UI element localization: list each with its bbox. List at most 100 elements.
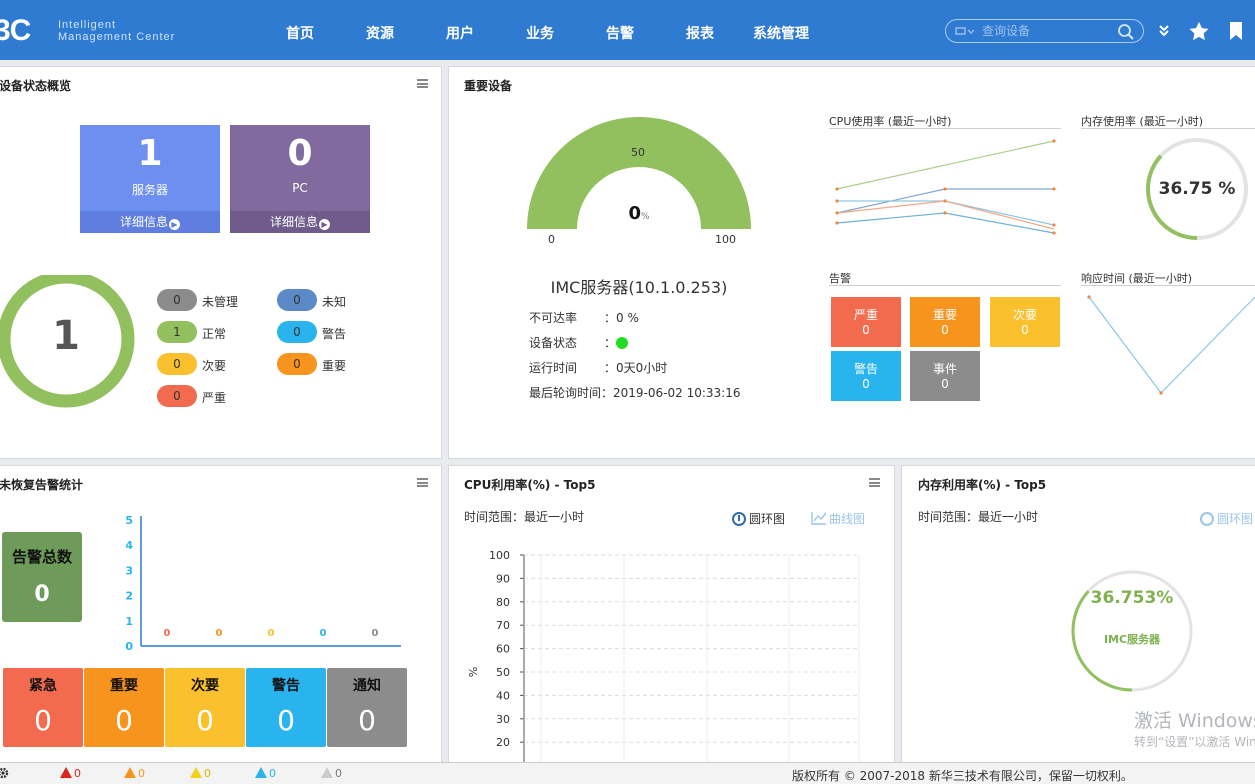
nav-home[interactable]: 首页 (286, 23, 314, 43)
nav-system-management[interactable]: 系统管理 (753, 23, 809, 43)
pc-detail-link[interactable]: 详细信息 ▶ (230, 211, 370, 233)
alarm-event-box[interactable]: 事件 0 (910, 351, 980, 401)
memory-top5-ring-value: 36.753% (1090, 588, 1174, 608)
y-tick-label: 4 (125, 539, 133, 552)
severity-minor-box[interactable]: 次要 0 (165, 668, 245, 747)
activation-watermark-title: 激活 Windows (1134, 710, 1255, 732)
severity-warning-box[interactable]: 警告 0 (246, 668, 326, 747)
line-chart-toggle[interactable]: 曲线图 (811, 510, 865, 527)
bookmark-icon[interactable] (1229, 21, 1243, 41)
double-chevron-down-icon[interactable] (1157, 24, 1171, 38)
status-minor-pill[interactable]: 0 (157, 353, 197, 375)
panel-menu-icon[interactable] (417, 478, 428, 487)
statusbar-major-alarms[interactable]: 0 (124, 767, 145, 780)
detail-label: 详细信息 (269, 215, 318, 229)
settings-gear-icon[interactable] (0, 766, 10, 780)
copyright-text: 版权所有 © 2007-2018 新华三技术有限公司，保留一切权利。 (792, 769, 1133, 783)
severity-major-box[interactable]: 重要 0 (84, 668, 164, 747)
notice-alarm-icon (321, 767, 333, 778)
alarm-total-box[interactable]: 告警总数 0 (2, 532, 82, 622)
severity-notice-box[interactable]: 通知 0 (327, 668, 407, 747)
nav-alarms[interactable]: 告警 (606, 23, 634, 43)
panel-menu-icon[interactable] (417, 79, 428, 88)
y-tick-label: 50 (496, 666, 510, 679)
severity-emergency-box[interactable]: 紧急 0 (3, 668, 83, 747)
unreachable-rate-value: ：0 % (604, 311, 639, 325)
warning-alarm-icon (255, 767, 267, 778)
alarm-minor-box[interactable]: 次要 0 (990, 297, 1060, 347)
search-box[interactable] (945, 19, 1144, 43)
statusbar-minor-alarms[interactable]: 0 (190, 767, 211, 780)
device-name[interactable]: IMC服务器(10.1.0.253) (549, 274, 729, 298)
server-count-box[interactable]: 1 服务器 详细信息 ▶ (80, 125, 220, 233)
gauge-value: 0% (628, 203, 650, 224)
panel-title: 内存利用率(%) - Top5 (918, 478, 1047, 492)
search-input[interactable] (982, 23, 1112, 39)
gauge-min-label: 0 (548, 233, 555, 246)
status-critical-label: 严重 (202, 391, 227, 405)
panel-title: 未恢复告警统计 (0, 478, 84, 492)
y-tick-label: 20 (496, 736, 510, 749)
top-bar: 3C Intelligent Management Center 首页 资源 用… (0, 0, 1255, 60)
status-warning-pill[interactable]: 0 (277, 321, 317, 343)
nav-business[interactable]: 业务 (526, 23, 554, 43)
y-tick-label: 30 (496, 713, 510, 726)
device-total-value: 1 (52, 313, 80, 359)
status-normal-pill[interactable]: 1 (157, 321, 197, 343)
y-tick-label: 80 (496, 596, 510, 609)
server-detail-link[interactable]: 详细信息 ▶ (80, 211, 220, 233)
cpu-usage-sparkline (835, 139, 1056, 235)
device-state-value: ： (604, 334, 629, 351)
nav-resources[interactable]: 资源 (366, 23, 394, 43)
panel-menu-icon[interactable] (869, 478, 880, 487)
status-warning-label: 警告 (322, 327, 347, 341)
y-tick-label: 0 (125, 640, 133, 653)
unresolved-alarm-bar-chart: 0 1 2 3 4 5 0 0 0 0 0 (125, 514, 401, 653)
ring-chart-toggle[interactable]: 圆环图 (732, 510, 785, 527)
ring-chart-toggle[interactable]: 圆环图 (1200, 510, 1253, 527)
alarm-warning-box[interactable]: 警告 0 (831, 351, 901, 401)
nav-users[interactable]: 用户 (446, 23, 474, 43)
nav-reports[interactable]: 报表 (686, 23, 714, 43)
cpu-top5-chart: 20 30 40 50 60 70 80 90 100% (467, 549, 860, 766)
activation-watermark-hint: 转到“设置”以激活 Windows。 (1134, 735, 1255, 749)
statusbar-critical-alarms[interactable]: 0 (60, 767, 81, 780)
uptime-value: ：0天0小时 (604, 361, 668, 375)
statusbar-warning-alarms[interactable]: 0 (255, 767, 276, 780)
y-tick-label: 3 (125, 564, 133, 577)
memory-usage-value: 36.75 % (1158, 179, 1236, 199)
alarm-critical-box[interactable]: 严重 0 (831, 297, 901, 347)
status-unknown-pill[interactable]: 0 (277, 289, 317, 311)
alarm-total-value: 0 (34, 582, 50, 607)
gauge-mid-label: 50 (631, 146, 645, 159)
star-icon[interactable] (1188, 21, 1210, 41)
logo[interactable]: 3C (0, 14, 31, 48)
device-state-label: 设备状态 (529, 336, 578, 350)
arrow-circle-right-icon: ▶ (169, 219, 180, 230)
cpu-top5-panel: CPU利用率(%) - Top5 时间范围：最近一小时 圆环图 曲线图 20 30… (448, 465, 895, 766)
ring-chart-icon (732, 512, 746, 526)
logo-sub-line2: Management Center (58, 31, 176, 43)
statusbar-notice-alarms[interactable]: 0 (321, 767, 342, 780)
y-tick-label: 60 (496, 643, 510, 656)
major-alarm-icon (124, 767, 136, 778)
alarm-major-box[interactable]: 重要 0 (910, 297, 980, 347)
y-tick-label: 5 (125, 514, 133, 527)
status-minor-label: 次要 (202, 359, 227, 373)
device-search-type-icon[interactable] (955, 25, 975, 39)
y-axis-label: % (467, 667, 480, 677)
logo-sub-line1: Intelligent (58, 19, 117, 31)
status-unmanaged-label: 未管理 (202, 295, 239, 309)
server-count: 1 (137, 133, 163, 174)
status-normal-label: 正常 (202, 327, 227, 341)
pc-count-box[interactable]: 0 PC 详细信息 ▶ (230, 125, 370, 233)
status-unmanaged-pill[interactable]: 0 (157, 289, 197, 311)
memory-top5-ring-label: IMC服务器 (1103, 633, 1161, 646)
status-critical-pill[interactable]: 0 (157, 385, 197, 407)
gauge-max-label: 100 (715, 233, 736, 246)
status-major-pill[interactable]: 0 (277, 353, 317, 375)
search-icon[interactable] (1117, 23, 1135, 41)
panel-title: 设备状态概览 (0, 79, 72, 93)
line-chart-icon (811, 512, 827, 525)
alarm-title: 告警 (829, 272, 851, 285)
